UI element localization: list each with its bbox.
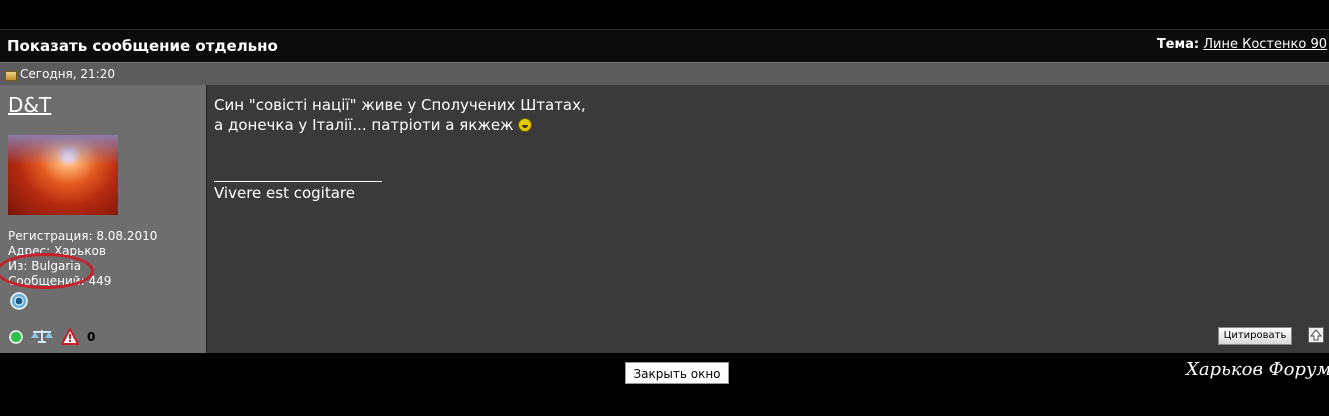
registration-date: Регистрация: 8.08.2010 — [8, 229, 158, 243]
forum-watermark: Харьков Форум — [1186, 359, 1329, 380]
user-panel: D&T Регистрация: 8.08.2010 Адрес: Харько… — [0, 85, 207, 353]
up-arrow-icon — [1309, 329, 1323, 341]
laughing-smiley-icon — [518, 118, 533, 132]
topic-link[interactable]: Лине Костенко 90 — [1203, 37, 1327, 52]
post-date: Сегодня, 21:20 — [20, 67, 115, 81]
page-title: Показать сообщение отдельно — [7, 37, 278, 55]
skype-icon[interactable] — [9, 292, 29, 310]
topic-label: Тема: — [1156, 37, 1200, 52]
message-line-text: а донечка у Італії... патріоти а якжеж — [214, 116, 514, 134]
topic-info: Тема: Лине Костенко 90 — [1157, 37, 1327, 52]
reputation-scales-icon[interactable] — [30, 328, 54, 344]
report-warning-icon[interactable] — [61, 328, 79, 345]
reputation-count: 0 — [87, 330, 96, 344]
red-annotation-circle — [0, 253, 94, 289]
post-body: Син "совісті нації" живе у Сполучених Шт… — [207, 85, 1329, 353]
message-line-2: а донечка у Італії... патріоти а якжеж — [214, 115, 586, 135]
online-status-icon — [9, 330, 23, 344]
username-link[interactable]: D&T — [8, 93, 51, 117]
title-bar: Показать сообщение отдельно Тема: Лине К… — [0, 29, 1329, 62]
post-message: Син "совісті нації" живе у Сполучених Шт… — [214, 95, 586, 135]
signature: Vivere est cogitare — [214, 184, 355, 202]
message-line: Син "совісті нації" живе у Сполучених Шт… — [214, 96, 586, 114]
close-window-button[interactable]: Закрыть окно — [625, 362, 729, 384]
post-icon — [5, 71, 17, 81]
signature-divider — [214, 181, 382, 182]
scroll-top-icon[interactable] — [1308, 327, 1324, 343]
quote-button[interactable]: Цитировать — [1218, 327, 1292, 345]
avatar — [8, 135, 118, 215]
post-date-bar: Сегодня, 21:20 — [0, 62, 1329, 86]
